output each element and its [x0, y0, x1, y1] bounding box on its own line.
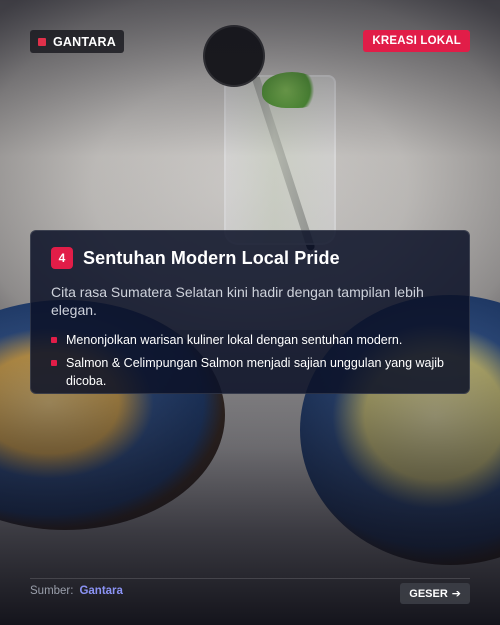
- bullet-square-icon: [51, 360, 57, 366]
- arrow-right-icon: ➔: [451, 588, 461, 600]
- brand-square-icon: [38, 37, 46, 46]
- next-slide-button[interactable]: GESER ➔: [400, 583, 470, 604]
- slide-subtitle: Cita rasa Sumatera Selatan kini hadir de…: [51, 284, 424, 318]
- bullet-square-icon: [51, 337, 57, 343]
- brand-label: GANTARA: [53, 34, 116, 49]
- bullet-list: Menonjolkan warisan kuliner lokal dengan…: [51, 331, 449, 390]
- slide-title: Sentuhan Modern Local Pride: [83, 247, 340, 268]
- slide-card: 4 Sentuhan Modern Local Pride Cita rasa …: [30, 230, 470, 394]
- source-name: Gantara: [79, 585, 123, 597]
- card-header: 4 Sentuhan Modern Local Pride: [51, 247, 449, 269]
- footer-divider: [30, 578, 470, 579]
- source-label: Sumber:: [30, 585, 74, 597]
- bullet-text: Menonjolkan warisan kuliner lokal dengan…: [66, 333, 403, 347]
- next-label: GESER: [409, 587, 448, 600]
- list-item: Salmon & Celimpungan Salmon menjadi saji…: [51, 354, 449, 390]
- source-credit: Sumber: Gantara: [30, 585, 123, 597]
- category-label: KREASI LOKAL: [372, 35, 461, 47]
- list-item: Menonjolkan warisan kuliner lokal dengan…: [51, 331, 449, 349]
- brand-chip: GANTARA: [30, 30, 124, 53]
- bullet-text: Salmon & Celimpungan Salmon menjadi saji…: [66, 356, 445, 388]
- slide-number-badge: 4: [51, 247, 73, 269]
- category-badge: KREASI LOKAL: [363, 30, 470, 52]
